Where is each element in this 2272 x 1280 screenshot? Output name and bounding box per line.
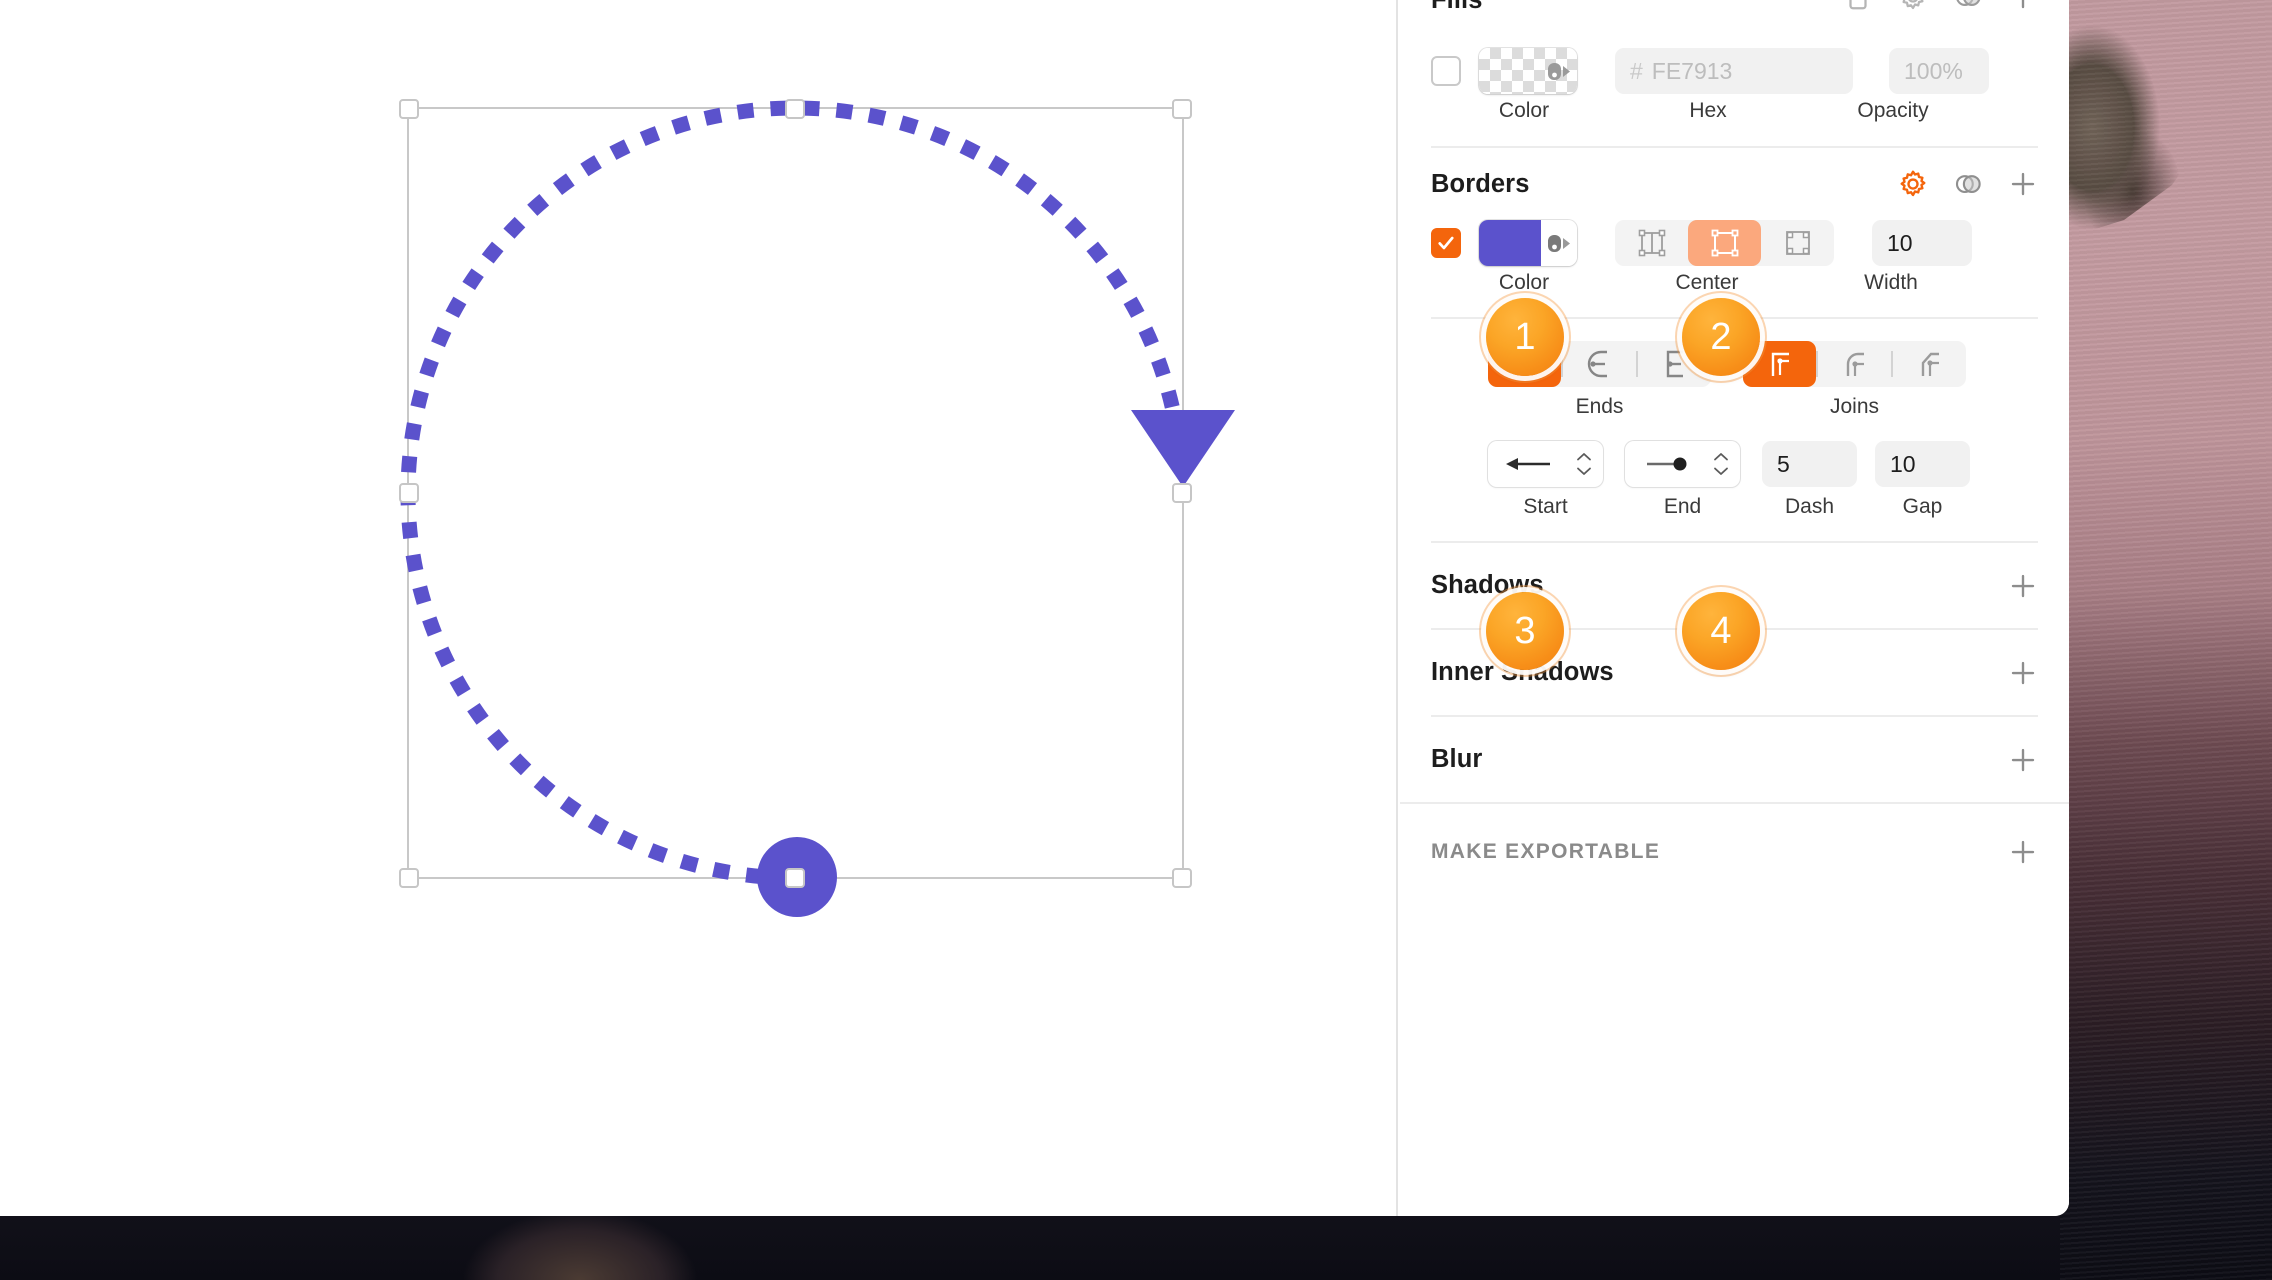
border-center-icon bbox=[1711, 229, 1738, 257]
fill-color-swatch[interactable] bbox=[1479, 48, 1577, 94]
dash-input[interactable]: 5 bbox=[1762, 441, 1857, 487]
border-width-input[interactable]: 10 bbox=[1872, 220, 1972, 266]
fill-opacity-label: Opacity bbox=[1857, 99, 1929, 122]
gap-input[interactable]: 10 bbox=[1875, 441, 1970, 487]
fills-labels: Color Hex Opacity bbox=[1400, 99, 2069, 123]
blur-title: Blur bbox=[1431, 745, 1483, 773]
fill-opacity-value: 100% bbox=[1904, 57, 1963, 84]
callout-badge-1: 1 bbox=[1486, 298, 1564, 376]
border-width-value: 10 bbox=[1887, 229, 1913, 256]
gap-label: Gap bbox=[1902, 495, 1943, 518]
borders-section-header: Borders bbox=[1400, 148, 2069, 220]
border-position-inside[interactable] bbox=[1615, 220, 1688, 266]
callout-number: 2 bbox=[1710, 315, 1732, 358]
fills-enabled-checkbox[interactable] bbox=[1431, 56, 1461, 86]
dash-label: Dash bbox=[1784, 495, 1835, 518]
plus-icon[interactable] bbox=[2008, 169, 2038, 199]
start-marker-stepper[interactable] bbox=[1488, 441, 1603, 487]
border-outside-icon bbox=[1785, 231, 1810, 255]
overlap-icon[interactable] bbox=[1953, 169, 1983, 199]
ends-label: Ends bbox=[1575, 395, 1624, 418]
start-label: Start bbox=[1523, 495, 1568, 518]
fill-hex-value: FE7913 bbox=[1651, 57, 1733, 84]
gear-icon[interactable] bbox=[1898, 0, 1928, 12]
dashed-arc-path[interactable] bbox=[400, 100, 1190, 886]
border-position-label: Center bbox=[1675, 271, 1739, 294]
round-join-icon bbox=[1846, 352, 1864, 376]
border-width-label: Width bbox=[1864, 271, 1918, 294]
border-color-swatch[interactable] bbox=[1479, 220, 1577, 266]
callout-badge-4: 4 bbox=[1682, 592, 1760, 670]
canvas-artboard bbox=[399, 99, 1235, 917]
callout-number: 3 bbox=[1514, 609, 1536, 652]
wallpaper-cliff bbox=[2060, 0, 2208, 240]
borders-enabled-checkbox[interactable] bbox=[1431, 228, 1461, 258]
fill-hex-input[interactable]: # FE7913 bbox=[1615, 48, 1853, 94]
fills-title: Fills bbox=[1431, 0, 1483, 14]
line-join-round[interactable] bbox=[1818, 341, 1891, 387]
arrow-triangle-marker bbox=[1131, 410, 1235, 487]
stepper-chevrons[interactable] bbox=[1712, 452, 1730, 476]
fill-color-label: Color bbox=[1498, 99, 1550, 122]
stepper-chevrons[interactable] bbox=[1575, 452, 1593, 476]
make-exportable-section-header[interactable]: MAKE EXPORTABLE bbox=[1400, 804, 2069, 900]
border-position-outside[interactable] bbox=[1761, 220, 1834, 266]
bevel-join-icon bbox=[1921, 352, 1939, 376]
plus-icon[interactable] bbox=[2008, 0, 2038, 12]
color-picker-icon bbox=[1548, 235, 1570, 252]
line-dot-marker-icon bbox=[1647, 457, 1687, 471]
fill-hex-prefix: # bbox=[1630, 57, 1643, 84]
arrow-left-marker-icon bbox=[1506, 458, 1550, 470]
fill-hex-label: Hex bbox=[1689, 99, 1727, 122]
make-exportable-title: MAKE EXPORTABLE bbox=[1431, 840, 1661, 863]
gear-icon[interactable] bbox=[1898, 169, 1928, 199]
color-picker-icon bbox=[1548, 63, 1570, 80]
border-color-label: Color bbox=[1498, 271, 1550, 294]
end-label: End bbox=[1663, 495, 1702, 518]
app-window: Fills # FE7913 100% Color Hex Opacity Bo… bbox=[0, 0, 2069, 1216]
trash-icon[interactable] bbox=[1843, 0, 1873, 12]
border-inside-icon bbox=[1638, 229, 1665, 257]
fill-opacity-input[interactable]: 100% bbox=[1889, 48, 1989, 94]
round-cap-icon bbox=[1587, 350, 1607, 378]
ends-joins-labels: Ends Joins bbox=[1400, 395, 2069, 419]
fills-section-header: Fills bbox=[1400, 0, 2069, 42]
borders-row: 10 bbox=[1400, 220, 2069, 266]
markers-dash-row: 5 10 bbox=[1400, 441, 2069, 487]
callout-number: 1 bbox=[1514, 315, 1536, 358]
end-marker-stepper[interactable] bbox=[1625, 441, 1740, 487]
line-joins-segmented[interactable] bbox=[1743, 341, 1966, 387]
joins-label: Joins bbox=[1829, 395, 1880, 418]
miter-join-icon bbox=[1771, 352, 1789, 376]
overlap-icon[interactable] bbox=[1953, 0, 1983, 12]
callout-number: 4 bbox=[1710, 609, 1732, 652]
dash-value: 5 bbox=[1777, 450, 1790, 477]
plus-icon[interactable] bbox=[2008, 571, 2038, 601]
borders-labels: Color Center Width bbox=[1400, 271, 2069, 295]
fills-row: # FE7913 100% bbox=[1400, 48, 2069, 94]
line-join-bevel[interactable] bbox=[1893, 341, 1966, 387]
gap-value: 10 bbox=[1890, 450, 1916, 477]
borders-title: Borders bbox=[1431, 169, 1530, 198]
line-end-round[interactable] bbox=[1563, 341, 1636, 387]
border-position-segmented[interactable] bbox=[1615, 220, 1834, 266]
callout-badge-2: 2 bbox=[1682, 298, 1760, 376]
plus-icon[interactable] bbox=[2008, 745, 2038, 775]
border-position-center[interactable] bbox=[1688, 220, 1761, 266]
markers-dash-labels: Start End Dash Gap bbox=[1400, 495, 2069, 519]
blur-section-header: Blur bbox=[1400, 717, 2069, 802]
plus-icon[interactable] bbox=[2008, 837, 2038, 867]
plus-icon[interactable] bbox=[2008, 658, 2038, 688]
design-canvas[interactable] bbox=[0, 0, 1398, 1216]
callout-badge-3: 3 bbox=[1486, 592, 1564, 670]
